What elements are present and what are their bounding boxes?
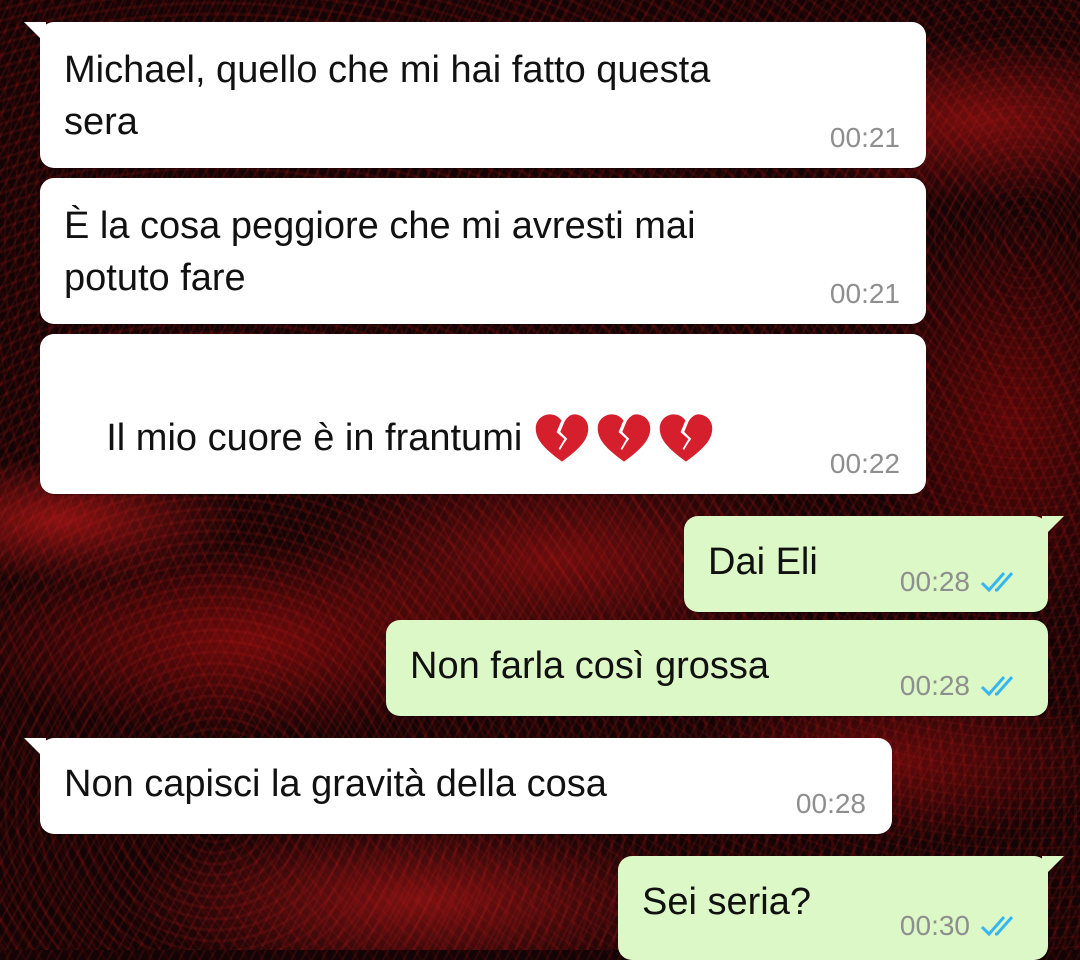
message-bubble-outgoing[interactable]: Dai Eli 00:28: [684, 516, 1064, 612]
message-text: Il mio cuore è in frantumi: [64, 360, 714, 518]
timestamp: 00:30: [899, 910, 970, 941]
timestamp: 00:28: [899, 670, 970, 701]
bubble-tail: [1042, 856, 1064, 878]
message-time: 00:28: [900, 566, 1022, 598]
message-text: Non capisci la gravità della cosa: [64, 763, 607, 805]
timestamp: 00:28: [899, 566, 970, 597]
message-text: Michael, quello che mi hai fatto questa …: [64, 49, 711, 143]
message-time: 00:30: [900, 910, 1022, 942]
bubble-tail: [1042, 516, 1064, 538]
message-bubble-outgoing[interactable]: Non farla così grossa 00:28: [386, 620, 1048, 716]
message-text: Dai Eli: [708, 541, 818, 583]
timestamp: 00:21: [829, 122, 900, 153]
broken-heart-icon: [598, 414, 651, 462]
message-bubble-outgoing[interactable]: Sei seria? 00:30: [618, 856, 1064, 960]
message-text-content: Il mio cuore è in frantumi: [106, 417, 523, 459]
message-time: 00:22: [830, 448, 900, 480]
message-text: Sei seria?: [642, 881, 811, 923]
emoji-group: [534, 412, 714, 464]
message-bubble-incoming[interactable]: Michael, quello che mi hai fatto questa …: [24, 22, 926, 168]
message-time: 00:21: [830, 122, 900, 154]
message-text: Non farla così grossa: [410, 645, 770, 687]
timestamp: 00:21: [829, 278, 900, 309]
message-bubble-incoming[interactable]: È la cosa peggiore che mi avresti mai po…: [40, 178, 926, 324]
message-time: 00:21: [830, 278, 900, 310]
broken-heart-icon: [660, 414, 713, 462]
double-check-icon: [980, 916, 1014, 937]
bubble-tail: [24, 738, 46, 760]
double-check-icon: [980, 676, 1014, 697]
message-text: È la cosa peggiore che mi avresti mai po…: [64, 205, 696, 299]
broken-heart-icon: [536, 414, 589, 462]
timestamp: 00:28: [795, 788, 866, 819]
double-check-icon: [980, 572, 1014, 593]
message-time: 00:28: [796, 788, 866, 820]
timestamp: 00:22: [829, 448, 900, 479]
message-time: 00:28: [900, 670, 1022, 702]
bubble-tail: [24, 22, 46, 44]
message-bubble-incoming[interactable]: Il mio cuore è in frantumi 00:22: [40, 334, 926, 494]
message-bubble-incoming[interactable]: Non capisci la gravità della cosa 00:28: [24, 738, 892, 834]
